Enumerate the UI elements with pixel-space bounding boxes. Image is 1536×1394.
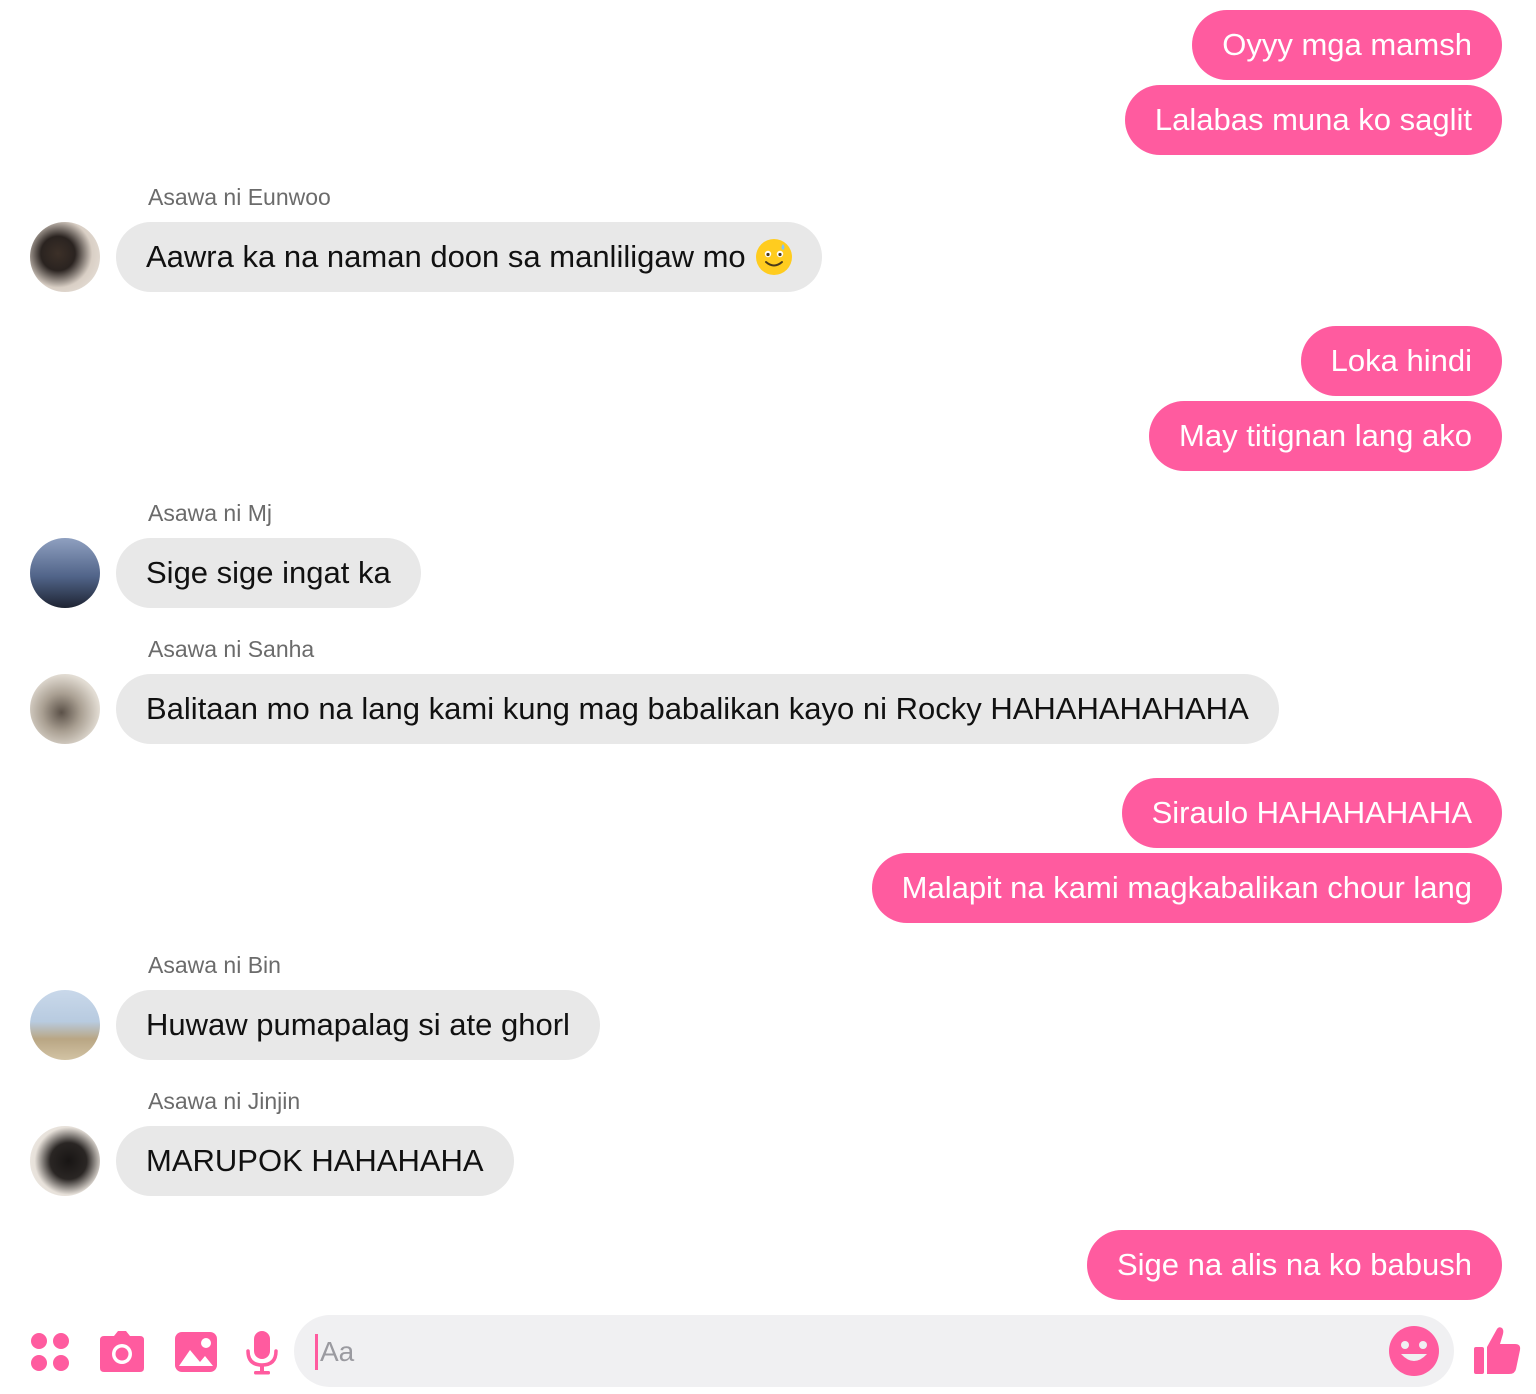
- sender-name: Asawa ni Jinjin: [148, 1088, 301, 1114]
- outgoing-message[interactable]: Malapit na kami magkabalikan chour lang: [871, 853, 1502, 923]
- outgoing-message[interactable]: Lalabas muna ko saglit: [1124, 85, 1502, 155]
- camera-icon[interactable]: [98, 1328, 146, 1376]
- sender-name: Asawa ni Mj: [148, 500, 272, 526]
- smiling-sweat-emoji-icon: [755, 239, 792, 275]
- apps-icon[interactable]: [26, 1328, 74, 1376]
- avatar[interactable]: [30, 222, 100, 292]
- incoming-message[interactable]: MARUPOK HAHAHAHA: [116, 1126, 514, 1196]
- outgoing-message[interactable]: May titignan lang ako: [1149, 401, 1502, 471]
- microphone-icon[interactable]: [238, 1328, 286, 1376]
- smiley-icon[interactable]: [1386, 1323, 1442, 1379]
- outgoing-message[interactable]: Sige na alis na ko babush: [1086, 1230, 1502, 1300]
- outgoing-message[interactable]: Siraulo HAHAHAHAHA: [1121, 778, 1502, 848]
- incoming-message[interactable]: Aawra ka na naman doon sa manliligaw mo: [116, 222, 822, 292]
- sender-name: Asawa ni Eunwoo: [148, 184, 331, 210]
- incoming-message[interactable]: Sige sige ingat ka: [116, 538, 421, 608]
- message-input-container: [294, 1315, 1454, 1389]
- avatar[interactable]: [30, 990, 100, 1060]
- message-input[interactable]: [318, 1315, 1372, 1389]
- incoming-message[interactable]: Balitaan mo na lang kami kung mag babali…: [116, 674, 1279, 744]
- avatar[interactable]: [30, 538, 100, 608]
- sender-name: Asawa ni Sanha: [148, 636, 315, 662]
- sender-name: Asawa ni Bin: [148, 952, 281, 978]
- message-composer: [0, 1308, 1536, 1394]
- thumbs-up-icon[interactable]: [1470, 1324, 1524, 1378]
- avatar[interactable]: [30, 674, 100, 744]
- incoming-message[interactable]: Huwaw pumapalag si ate ghorl: [116, 990, 600, 1060]
- outgoing-message[interactable]: Loka hindi: [1300, 326, 1502, 396]
- avatar[interactable]: [30, 1126, 100, 1196]
- gallery-icon[interactable]: [172, 1328, 220, 1376]
- outgoing-message[interactable]: Oyyy mga mamsh: [1192, 10, 1502, 80]
